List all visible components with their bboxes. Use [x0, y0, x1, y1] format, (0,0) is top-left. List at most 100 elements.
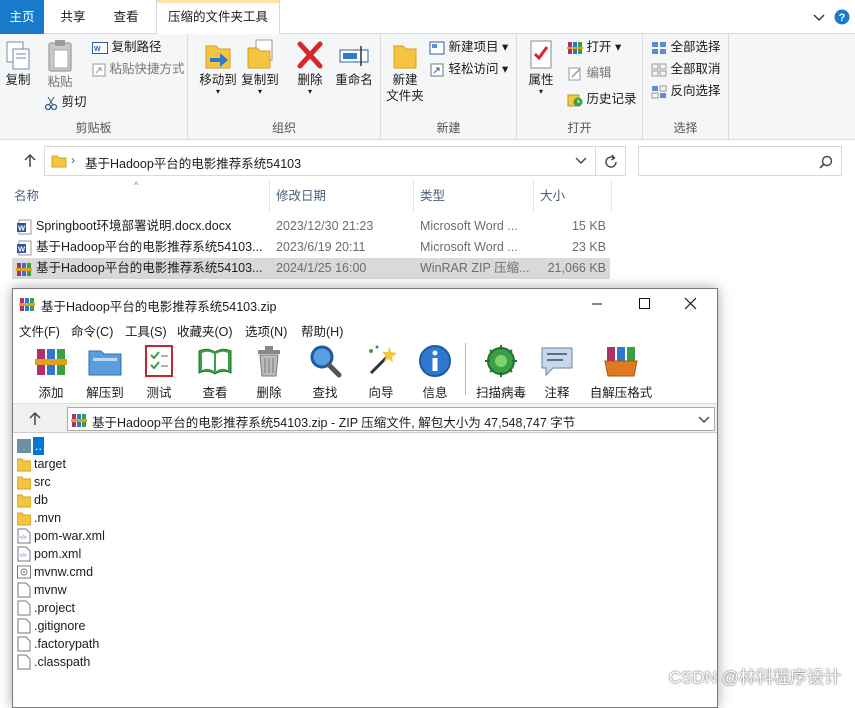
select-all-button[interactable]: 全部选择 [651, 38, 721, 56]
magnifier-icon [307, 343, 343, 379]
comment-button[interactable]: 注释 [529, 341, 585, 401]
test-button[interactable]: 测试 [131, 341, 187, 401]
winrar-small-icon [567, 41, 583, 55]
new-item-button[interactable]: 新建项目 ▾ [429, 38, 508, 56]
info-button[interactable]: 信息 [407, 341, 463, 401]
file-icon [17, 600, 31, 616]
file-row-selected[interactable]: 基于Hadoop平台的电影推荐系统54103... 2024/1/25 16:0… [12, 258, 610, 279]
rar-up-arrow-icon[interactable] [27, 411, 43, 427]
column-type[interactable]: 类型 [414, 180, 534, 212]
column-size[interactable]: 大小 [534, 180, 612, 212]
address-dropdown-icon[interactable] [575, 156, 587, 166]
file-icon [17, 636, 31, 652]
extract-to-button[interactable]: 解压到 [77, 341, 133, 401]
copy-button[interactable]: 复制 [2, 40, 34, 88]
invert-selection-icon [651, 85, 667, 99]
view-button[interactable]: 查看 [187, 341, 243, 401]
copy-to-button[interactable]: 复制到 ▾ [240, 38, 280, 96]
svg-text:</>: </> [20, 553, 27, 559]
extract-folder-icon [87, 343, 123, 379]
info-icon [417, 343, 453, 379]
new-folder-button[interactable]: 新建 文件夹 [385, 38, 425, 104]
move-to-dropdown-icon: ▾ [198, 88, 238, 96]
refresh-button[interactable] [596, 146, 626, 176]
menu-commands[interactable]: 命令(C) [71, 321, 113, 340]
delete-label-rar: 删除 [256, 386, 281, 400]
menu-help[interactable]: 帮助(H) [301, 321, 343, 340]
paste-button[interactable]: 粘贴 [44, 38, 76, 90]
column-date[interactable]: 修改日期 [270, 180, 414, 212]
parent-folder-icon [17, 438, 31, 454]
sfx-button[interactable]: 自解压格式 [587, 341, 655, 401]
refresh-icon [603, 154, 619, 170]
path-dropdown-icon[interactable] [698, 415, 710, 425]
rename-button[interactable]: 重命名 [332, 38, 376, 88]
folder-icon [17, 474, 31, 490]
edit-button[interactable]: 编辑 [567, 64, 612, 82]
ribbon-tab-bar: 主页 共享 查看 压缩的文件夹工具 ? [0, 0, 855, 34]
search-input[interactable] [638, 146, 842, 176]
delete-x-icon [295, 38, 325, 72]
tab-view[interactable]: 查看 [100, 0, 152, 34]
close-icon[interactable] [683, 296, 699, 312]
open-button[interactable]: 打开 ▾ [567, 38, 621, 56]
edit-label: 编辑 [586, 66, 611, 80]
menu-favorites[interactable]: 收藏夹(O) [177, 321, 233, 340]
history-button[interactable]: 历史记录 [567, 90, 637, 108]
wizard-button[interactable]: 向导 [353, 341, 409, 401]
word-doc-icon: W [16, 240, 32, 256]
delete-button-rar[interactable]: 删除 [241, 341, 297, 401]
delete-dropdown-icon: ▾ [292, 88, 328, 96]
copy-to-icon [244, 38, 276, 72]
select-all-icon [651, 41, 667, 55]
address-field[interactable]: › 基于Hadoop平台的电影推荐系统54103 [44, 146, 596, 176]
menu-tools[interactable]: 工具(S) [125, 321, 167, 340]
paste-shortcut-label: 粘贴快捷方式 [109, 62, 184, 76]
test-checklist-icon [141, 343, 177, 379]
invert-selection-button[interactable]: 反向选择 [651, 82, 721, 100]
scissors-icon [44, 96, 58, 110]
menu-file[interactable]: 文件(F) [19, 321, 60, 340]
cut-button[interactable]: 剪切 [44, 93, 87, 111]
wizard-label: 向导 [368, 386, 393, 400]
menu-options[interactable]: 选项(N) [245, 321, 287, 340]
word-doc-icon: W [16, 219, 32, 235]
paste-shortcut-button[interactable]: 粘贴快捷方式 [92, 60, 185, 78]
minimize-icon[interactable] [587, 297, 607, 311]
collapse-ribbon-icon[interactable] [812, 10, 826, 24]
properties-button[interactable]: 属性 ▾ [523, 38, 559, 96]
group-label-open: 打开 [517, 119, 642, 136]
copy-icon [4, 40, 32, 72]
tab-home[interactable]: 主页 [0, 0, 44, 34]
folder-icon [17, 492, 31, 508]
tab-compressed-folder-tools[interactable]: 压缩的文件夹工具 [156, 0, 280, 35]
easy-access-icon [429, 63, 445, 77]
find-button[interactable]: 查找 [297, 341, 353, 401]
delete-button[interactable]: 删除 ▾ [292, 38, 328, 96]
winrar-path-field[interactable]: 基于Hadoop平台的电影推荐系统54103.zip - ZIP 压缩文件, 解… [67, 407, 715, 431]
address-path: 基于Hadoop平台的电影推荐系统54103 [85, 153, 301, 172]
group-clipboard: 复制 粘贴 W 复制路径 粘贴快捷方式 剪切 剪贴板 [0, 34, 188, 140]
select-none-button[interactable]: 全部取消 [651, 60, 721, 78]
maximize-icon[interactable] [637, 296, 653, 312]
add-button[interactable]: 添加 [23, 341, 79, 401]
wizard-wand-icon [363, 343, 399, 379]
sfx-box-icon [603, 343, 639, 379]
copy-path-button[interactable]: W 复制路径 [92, 38, 162, 56]
up-arrow-icon[interactable] [22, 153, 38, 169]
file-date: 2024/1/25 16:00 [276, 258, 366, 279]
file-row[interactable]: W 基于Hadoop平台的电影推荐系统54103... 2023/6/19 20… [12, 237, 610, 258]
rename-label: 重命名 [332, 72, 376, 88]
file-row[interactable]: W Springboot环境部署说明.docx.docx 2023/12/30 … [12, 216, 610, 237]
tab-share[interactable]: 共享 [48, 0, 98, 34]
column-name[interactable]: 名称 [8, 180, 270, 212]
svg-text:</>: </> [20, 535, 27, 541]
file-list-header: ^ 名称 修改日期 类型 大小 [0, 180, 620, 212]
edit-icon [567, 67, 583, 81]
virus-scan-button[interactable]: 扫描病毒 [471, 341, 531, 401]
easy-access-button[interactable]: 轻松访问 ▾ [429, 60, 508, 78]
xml-file-icon: </> [17, 528, 31, 544]
group-organize: 移动到 ▾ 复制到 ▾ 删除 ▾ 重命名 组织 [188, 34, 381, 140]
help-icon[interactable]: ? [834, 9, 850, 25]
move-to-button[interactable]: 移动到 ▾ [198, 38, 238, 96]
